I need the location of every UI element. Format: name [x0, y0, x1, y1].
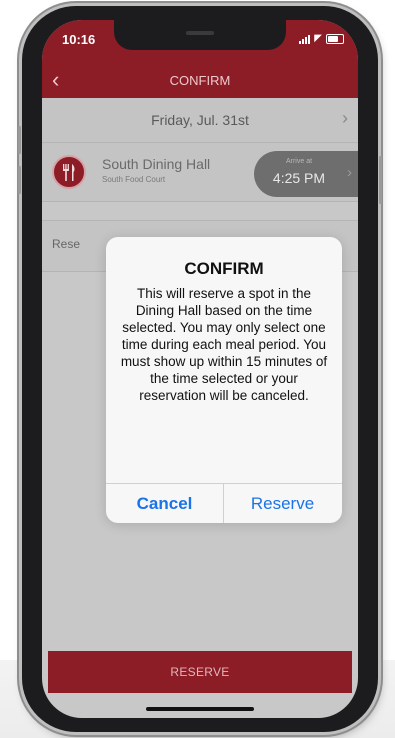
date-selector-row[interactable]: Friday, Jul. 31st › [42, 98, 358, 143]
arrive-label: Arrive at [285, 158, 313, 165]
selected-date: Friday, Jul. 31st [151, 112, 249, 128]
fork-knife-icon [52, 155, 86, 189]
reserve-button-label: RESERVE [170, 665, 230, 679]
home-indicator [146, 707, 254, 711]
dining-hall-row[interactable]: South Dining Hall South Food Court Arriv… [42, 143, 358, 202]
cancel-button[interactable]: Cancel [106, 484, 223, 523]
chevron-right-icon: › [347, 164, 352, 181]
confirm-dialog: CONFIRM This will reserve a spot in the … [106, 237, 342, 523]
power-button [379, 156, 382, 204]
dining-hall-subtitle: South Food Court [102, 175, 166, 184]
dining-hall-name: South Dining Hall [102, 156, 211, 172]
status-icons: ◤ [299, 34, 344, 44]
reserve-button[interactable]: RESERVE [48, 651, 352, 693]
arrive-time-pill[interactable]: Arrive at 4:25 PM › [254, 151, 358, 197]
screen: 10:16 ◤ ‹ CONFIRM Friday, Jul. 31st › So… [42, 20, 358, 718]
status-bar: 10:16 ◤ [42, 20, 358, 64]
wifi-icon: ◤ [314, 33, 322, 44]
notch [114, 20, 286, 50]
reservation-label: Rese [52, 237, 81, 251]
chevron-right-icon[interactable]: › [342, 108, 348, 129]
nav-bar: ‹ CONFIRM [42, 64, 358, 98]
volume-down-button [18, 166, 21, 194]
speaker-grille [186, 31, 214, 35]
arrive-time: 4:25 PM [272, 170, 326, 186]
dialog-message: This will reserve a spot in the Dining H… [120, 286, 328, 403]
dialog-title: CONFIRM [184, 259, 264, 278]
volume-up-button [18, 126, 21, 154]
dialog-reserve-button[interactable]: Reserve [224, 484, 341, 523]
phone-frame: 10:16 ◤ ‹ CONFIRM Friday, Jul. 31st › So… [18, 6, 382, 732]
status-time: 10:16 [62, 32, 96, 47]
battery-icon [326, 34, 344, 44]
nav-title: CONFIRM [169, 73, 231, 88]
signal-icon [299, 34, 311, 44]
